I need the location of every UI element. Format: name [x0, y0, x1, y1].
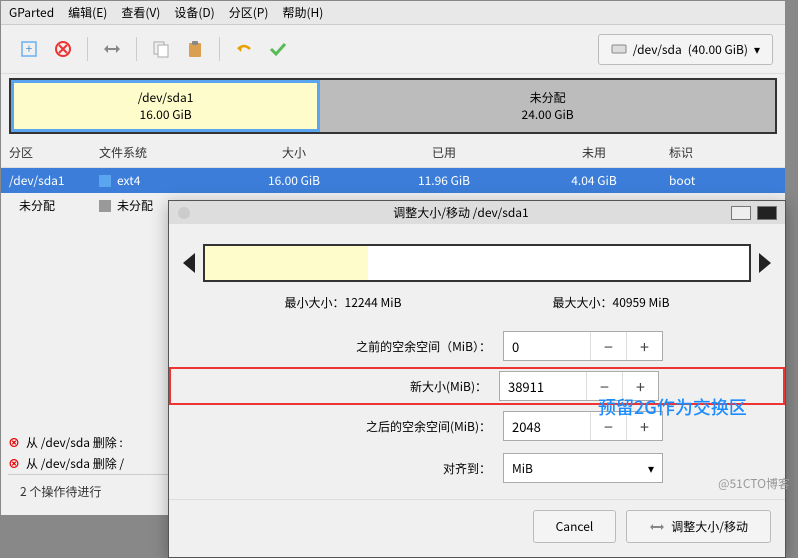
col-free[interactable]: 未用 [519, 144, 669, 161]
free-before-input[interactable] [504, 337, 590, 356]
app-icon [177, 206, 191, 220]
free-after-input[interactable] [504, 417, 590, 436]
minus-button[interactable]: − [590, 332, 626, 360]
resize-dialog: 调整大小/移动 /dev/sda1 最小大小：12244 MiB 最大大小：40… [168, 200, 786, 558]
undo-icon[interactable] [228, 33, 260, 65]
delete-op-icon: ⊗ [8, 455, 20, 472]
partition-name: 未分配 [530, 89, 566, 106]
delete-op-icon: ⊗ [8, 434, 20, 451]
min-size: 最小大小：12244 MiB [285, 294, 402, 311]
free-before-spinner[interactable]: − + [503, 331, 663, 361]
menu-view[interactable]: 查看(V) [121, 4, 160, 21]
menu-device[interactable]: 设备(D) [174, 4, 214, 21]
cancel-button[interactable]: Cancel [533, 510, 617, 543]
partition-unallocated[interactable]: 未分配 24.00 GiB [320, 80, 775, 132]
resize-icon[interactable] [96, 33, 128, 65]
align-select[interactable]: MiB ▾ [503, 453, 663, 483]
menu-help[interactable]: 帮助(H) [282, 4, 323, 21]
disk-map[interactable]: /dev/sda1 16.00 GiB 未分配 24.00 GiB [9, 78, 777, 134]
partition-sda1[interactable]: /dev/sda1 16.00 GiB [11, 80, 320, 132]
dialog-footer: Cancel 调整大小/移动 [169, 499, 785, 557]
slider-used [205, 246, 368, 280]
separator [87, 37, 88, 61]
resize-icon [649, 521, 665, 533]
menu-edit[interactable]: 编辑(E) [68, 4, 107, 21]
free-before-label: 之前的空余空间（MiB）： [291, 338, 491, 355]
disk-icon [611, 41, 627, 57]
max-size: 最大大小：40959 MiB [553, 294, 670, 311]
fs-swatch-icon [99, 200, 111, 212]
table-header: 分区 文件系统 大小 已用 未用 标识 [1, 138, 785, 168]
menubar: GParted 编辑(E) 查看(V) 设备(D) 分区(P) 帮助(H) [1, 1, 785, 25]
newsize-label: 新大小(MiB)： [287, 378, 487, 395]
col-filesystem[interactable]: 文件系统 [99, 144, 219, 161]
resize-slider[interactable] [169, 224, 785, 290]
col-partition[interactable]: 分区 [9, 144, 99, 161]
slider-free [368, 246, 749, 280]
watermark: @51CTO博客 [718, 475, 790, 492]
device-selector[interactable]: /dev/sda (40.00 GiB) ▾ [598, 34, 773, 65]
separator [219, 37, 220, 61]
col-size[interactable]: 大小 [219, 144, 369, 161]
fs-swatch-icon [99, 175, 111, 187]
align-label: 对齐到： [291, 460, 491, 477]
slider-track[interactable] [203, 244, 751, 282]
separator [136, 37, 137, 61]
col-flags[interactable]: 标识 [669, 144, 749, 161]
paste-icon[interactable] [179, 33, 211, 65]
partition-size: 16.00 GiB [140, 106, 192, 123]
minimize-button[interactable] [731, 206, 751, 220]
apply-icon[interactable] [262, 33, 294, 65]
new-icon[interactable]: + [13, 33, 45, 65]
free-after-label: 之后的空余空间(MiB)： [291, 418, 491, 435]
newsize-input[interactable] [500, 377, 586, 396]
apply-resize-button[interactable]: 调整大小/移动 [626, 510, 771, 543]
maximize-button[interactable] [757, 206, 777, 220]
toolbar: + /dev/sda (40.00 GiB) ▾ [1, 25, 785, 74]
device-size: (40.00 GiB) [688, 41, 748, 58]
device-name: /dev/sda [633, 41, 682, 58]
chevron-down-icon: ▾ [648, 460, 654, 477]
svg-text:+: + [26, 40, 33, 57]
dialog-titlebar[interactable]: 调整大小/移动 /dev/sda1 [169, 201, 785, 224]
menu-gparted[interactable]: GParted [9, 4, 54, 21]
arrow-left-icon[interactable] [183, 253, 195, 273]
menu-partition[interactable]: 分区(P) [229, 4, 269, 21]
col-used[interactable]: 已用 [369, 144, 519, 161]
partition-name: /dev/sda1 [138, 89, 194, 106]
table-row[interactable]: /dev/sda1 ext4 16.00 GiB 11.96 GiB 4.04 … [1, 168, 785, 193]
copy-icon[interactable] [145, 33, 177, 65]
plus-button[interactable]: + [626, 332, 662, 360]
arrow-right-icon[interactable] [759, 253, 771, 273]
delete-icon[interactable] [47, 33, 79, 65]
partition-size: 24.00 GiB [522, 106, 574, 123]
chevron-down-icon: ▾ [754, 41, 760, 58]
annotation-text: 预留2G作为交换区 [598, 394, 747, 420]
size-limits: 最小大小：12244 MiB 最大大小：40959 MiB [169, 290, 785, 315]
dialog-title: 调整大小/移动 /dev/sda1 [197, 204, 725, 221]
